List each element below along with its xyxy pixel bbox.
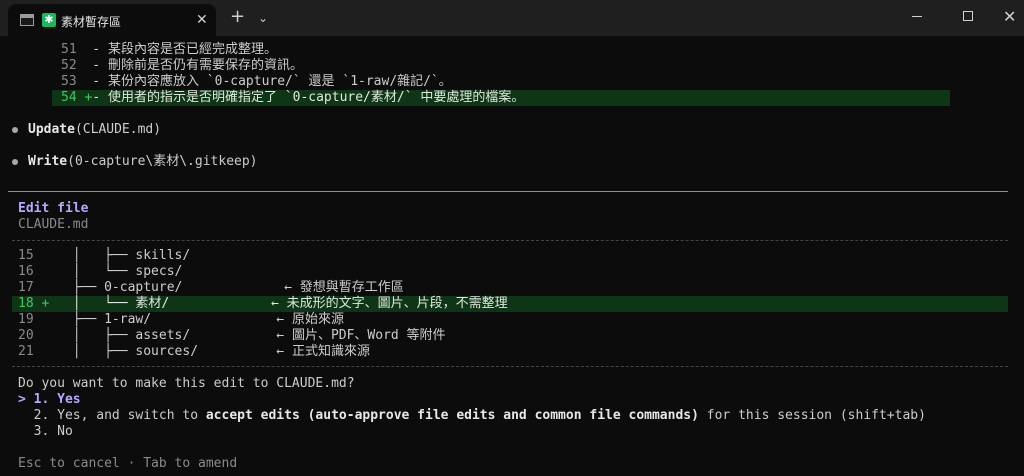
option-yes-accept-edits[interactable]: 2. Yes, and switch to accept edits (auto… (18, 408, 926, 424)
tool-action-update: Update(CLAUDE.md) (28, 122, 162, 137)
close-tab-icon[interactable]: ✕ (196, 12, 208, 28)
terminal-icon (20, 14, 34, 26)
edit-panel-filename: CLAUDE.md (18, 217, 89, 232)
prompt-question: Do you want to make this edit to CLAUDE.… (18, 376, 355, 391)
tab-title: 素材暫存區 (61, 15, 122, 29)
option-yes[interactable]: > 1. Yes (18, 392, 81, 408)
dashed-divider (12, 240, 1008, 241)
panel-divider (8, 191, 1008, 192)
status-dot-icon (12, 159, 18, 165)
edit-line: 17 ├── 0-capture/ ← 發想與暫存工作區 (18, 280, 404, 295)
title-bar: ✱ 素材暫存區 ✕ + ⌄ ✕ (0, 0, 1024, 36)
chevron-down-icon[interactable]: ⌄ (258, 11, 268, 25)
status-dot-icon (12, 127, 18, 133)
edit-line-added: 18 + │ └── 素材/ ← 未成形的文字、圖片、片段，不需整理 (18, 296, 508, 311)
option-no[interactable]: 3. No (18, 424, 73, 440)
edit-line: 15 │ ├── skills/ (18, 248, 191, 263)
dashed-divider (12, 366, 1008, 367)
terminal-tab[interactable]: ✱ 素材暫存區 ✕ (8, 4, 216, 36)
diff-line-added: 54 +- 使用者的指示是否明確指定了 `0-capture/素材/` 中要處理… (61, 90, 525, 105)
tool-action-write: Write(0-capture\素材\.gitkeep) (28, 154, 258, 169)
diff-line: 53 - 某份內容應放入 `0-capture/` 還是 `1-raw/雜記/`… (61, 74, 452, 89)
diff-line: 51 - 某段內容是否已經完成整理。 (61, 42, 277, 57)
edit-panel-title: Edit file (18, 201, 89, 216)
diff-line: 52 - 刪除前是否仍有需要保存的資訊。 (61, 58, 303, 73)
close-window-button[interactable]: ✕ (1003, 7, 1016, 26)
edit-line: 16 │ └── specs/ (18, 264, 183, 279)
claude-badge-icon: ✱ (42, 13, 56, 27)
new-tab-button[interactable]: + (230, 8, 245, 26)
prompt-hint: Esc to cancel · Tab to amend (18, 456, 238, 471)
edit-line: 19 ├── 1-raw/ ← 原始來源 (18, 312, 344, 327)
edit-line: 20 │ ├── assets/ ← 圖片、PDF、Word 等附件 (18, 328, 446, 343)
maximize-button[interactable] (963, 11, 973, 21)
minimize-button[interactable] (912, 16, 922, 17)
edit-line: 21 │ ├── sources/ ← 正式知識來源 (18, 344, 370, 359)
